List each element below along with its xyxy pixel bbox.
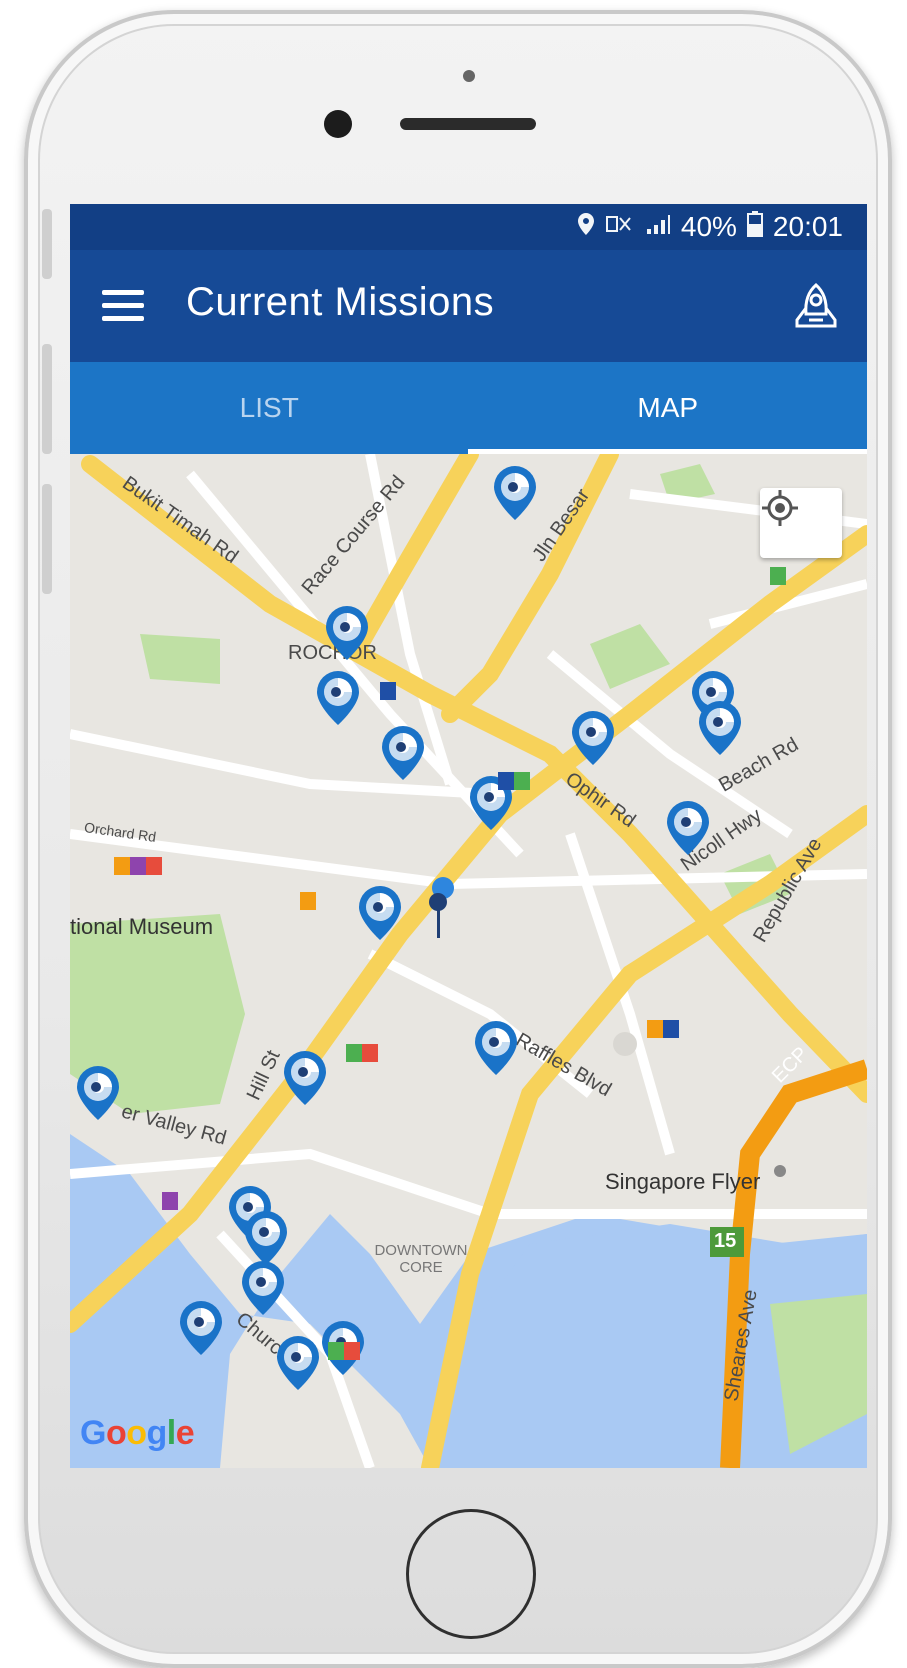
highway-number: 15 [714,1230,737,1252]
power-button [42,484,52,594]
category-color-block [770,567,786,585]
category-color-block [146,857,162,875]
place-label-museum: tional Museum [70,914,214,939]
battery-icon [746,211,763,243]
mission-pin-icon[interactable] [570,709,616,767]
category-color-block [300,892,316,910]
earpiece-speaker [400,118,536,130]
tab-map[interactable]: MAP [469,362,868,454]
mission-pin-icon[interactable] [75,1064,121,1122]
current-location-pin[interactable] [426,874,456,944]
proximity-sensor [463,70,475,82]
mission-pin-icon[interactable] [697,699,743,757]
mute-icon [605,213,635,241]
category-color-block [362,1044,378,1062]
category-chip[interactable] [647,1020,679,1038]
status-bar: 40% 20:01 [70,204,867,250]
street-label: DOWNTOWN CORE [374,1242,468,1276]
category-color-block [498,772,514,790]
category-chip[interactable] [300,892,316,910]
mission-pin-icon[interactable] [473,1019,519,1077]
mission-pin-icon[interactable] [282,1049,328,1107]
front-camera [324,110,352,138]
battery-percent: 40% [680,211,737,242]
category-chip[interactable] [498,772,530,790]
category-color-block [663,1020,679,1038]
category-color-block [344,1342,360,1360]
mission-pin-icon[interactable] [275,1334,321,1392]
tab-list[interactable]: LIST [70,362,469,454]
category-color-block [514,772,530,790]
category-color-block [162,1192,178,1210]
page-title: Current Missions [186,280,495,324]
mission-pin-icon[interactable] [492,464,538,522]
rocket-icon[interactable] [791,282,841,332]
app-toolbar: Current Missions [70,250,867,362]
mission-pin-icon[interactable] [665,799,711,857]
category-color-block [647,1020,663,1038]
location-icon [577,212,595,242]
mission-pin-icon[interactable] [357,884,403,942]
home-button[interactable] [406,1509,536,1639]
category-color-block [130,857,146,875]
place-label-flyer: Singapore Flyer [605,1169,761,1194]
crosshair-icon [762,490,798,526]
volume-down-button [42,344,52,454]
clock: 20:01 [772,211,843,242]
mission-pin-icon[interactable] [315,669,361,727]
category-color-block [328,1342,344,1360]
category-chip[interactable] [114,857,162,875]
tab-bar: LIST MAP [70,362,867,454]
mission-pin-icon[interactable] [380,724,426,782]
map-view[interactable]: Bukit Timah Rd Race Course Rd Jln Besar … [70,454,867,1468]
category-chip[interactable] [328,1342,360,1360]
category-chip[interactable] [162,1192,178,1210]
category-color-block [114,857,130,875]
my-location-button[interactable] [760,488,842,558]
category-color-block [380,682,396,700]
volume-up-button [42,209,52,279]
signal-icon [645,213,671,241]
category-chip[interactable] [380,682,396,700]
category-color-block [346,1044,362,1062]
google-logo: Google [80,1414,195,1452]
app-screen: 40% 20:01 Current Missions LIST MAP Buki… [70,204,867,1468]
mission-pin-icon[interactable] [324,604,370,662]
category-chip[interactable] [770,567,786,585]
category-chip[interactable] [346,1044,378,1062]
hamburger-menu-icon[interactable] [102,290,144,322]
mission-pin-icon[interactable] [178,1299,224,1357]
mission-pin-icon[interactable] [240,1259,286,1317]
